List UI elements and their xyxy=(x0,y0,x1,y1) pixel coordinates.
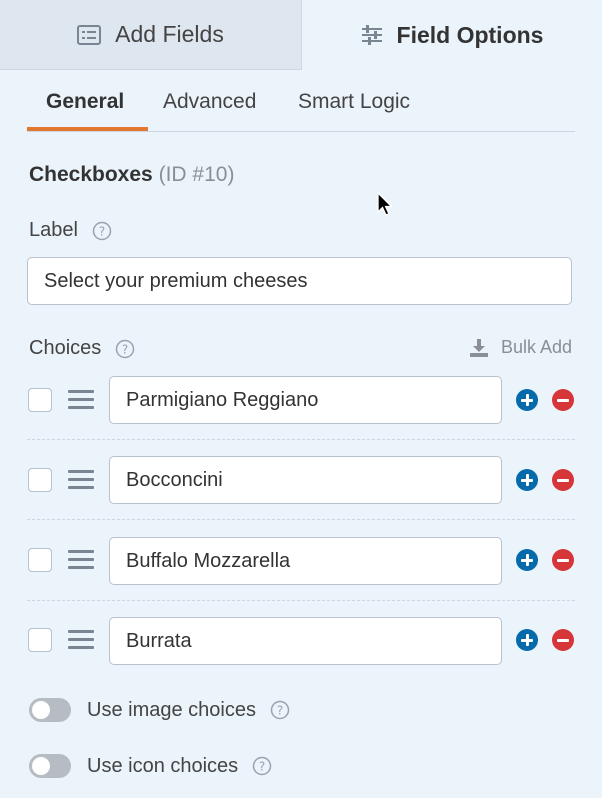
choice-row: Parmigiano Reggiano xyxy=(27,360,575,440)
label-title: Label xyxy=(29,219,78,241)
tab-field-options-label: Field Options xyxy=(396,21,544,48)
icon-choices-setting: Use icon choices ? xyxy=(29,754,272,778)
choice-row: Burrata xyxy=(27,601,575,681)
choice-input[interactable]: Bocconcini xyxy=(109,456,502,504)
active-tab-indicator xyxy=(27,127,148,131)
image-choices-label: Use image choices xyxy=(87,698,256,721)
field-type-name: Checkboxes xyxy=(29,163,153,186)
choice-input[interactable]: Parmigiano Reggiano xyxy=(109,376,502,424)
choices-heading: Choices ? xyxy=(29,337,135,360)
drag-handle-icon[interactable] xyxy=(68,550,94,570)
choice-checkbox[interactable] xyxy=(28,468,52,492)
field-title: Checkboxes (ID #10) xyxy=(29,163,234,187)
tab-add-fields-label: Add Fields xyxy=(115,21,224,47)
choice-input[interactable]: Burrata xyxy=(109,617,502,665)
help-icon[interactable]: ? xyxy=(252,756,272,776)
choice-input[interactable]: Buffalo Mozzarella xyxy=(109,537,502,585)
choice-checkbox[interactable] xyxy=(28,388,52,412)
panel-tabs: Add Fields Field Options xyxy=(0,0,602,70)
remove-choice-icon[interactable] xyxy=(552,629,574,651)
svg-text:?: ? xyxy=(259,760,265,774)
add-choice-icon[interactable] xyxy=(516,549,538,571)
svg-text:?: ? xyxy=(277,704,283,718)
bulk-add-label: Bulk Add xyxy=(500,337,572,357)
add-choice-icon[interactable] xyxy=(516,389,538,411)
help-icon[interactable]: ? xyxy=(270,700,290,720)
drag-handle-icon[interactable] xyxy=(68,630,94,650)
remove-choice-icon[interactable] xyxy=(552,469,574,491)
bulk-add-button[interactable]: Bulk Add xyxy=(469,337,572,358)
field-id: (ID #10) xyxy=(158,163,235,186)
add-choice-icon[interactable] xyxy=(516,629,538,651)
help-icon[interactable]: ? xyxy=(115,339,135,359)
options-subtabs: General Advanced Smart Logic xyxy=(27,70,575,132)
tab-advanced[interactable]: Advanced xyxy=(163,90,256,132)
help-icon[interactable]: ? xyxy=(92,221,112,241)
download-icon xyxy=(469,338,488,357)
remove-choice-icon[interactable] xyxy=(552,549,574,571)
svg-text:?: ? xyxy=(99,224,105,238)
image-choices-toggle[interactable] xyxy=(29,698,71,722)
tab-field-options[interactable]: Field Options xyxy=(302,0,602,70)
choice-checkbox[interactable] xyxy=(28,628,52,652)
tab-add-fields[interactable]: Add Fields xyxy=(0,0,302,70)
choice-row: Bocconcini xyxy=(27,440,575,520)
remove-choice-icon[interactable] xyxy=(552,389,574,411)
tab-smart-logic[interactable]: Smart Logic xyxy=(298,90,410,132)
add-choice-icon[interactable] xyxy=(516,469,538,491)
image-choices-setting: Use image choices ? xyxy=(29,698,290,722)
sliders-icon xyxy=(361,25,382,45)
choice-checkbox[interactable] xyxy=(28,548,52,572)
label-field[interactable]: Select your premium cheeses xyxy=(27,257,572,305)
mouse-cursor-icon xyxy=(377,192,393,216)
svg-text:?: ? xyxy=(122,342,128,356)
choice-row: Buffalo Mozzarella xyxy=(27,521,575,601)
label-heading: Label ? xyxy=(29,219,112,242)
drag-handle-icon[interactable] xyxy=(68,470,94,490)
list-icon xyxy=(77,24,102,45)
choices-title: Choices xyxy=(29,337,102,359)
icon-choices-toggle[interactable] xyxy=(29,754,71,778)
icon-choices-label: Use icon choices xyxy=(87,754,239,777)
drag-handle-icon[interactable] xyxy=(68,390,94,410)
tab-general[interactable]: General xyxy=(46,90,124,132)
